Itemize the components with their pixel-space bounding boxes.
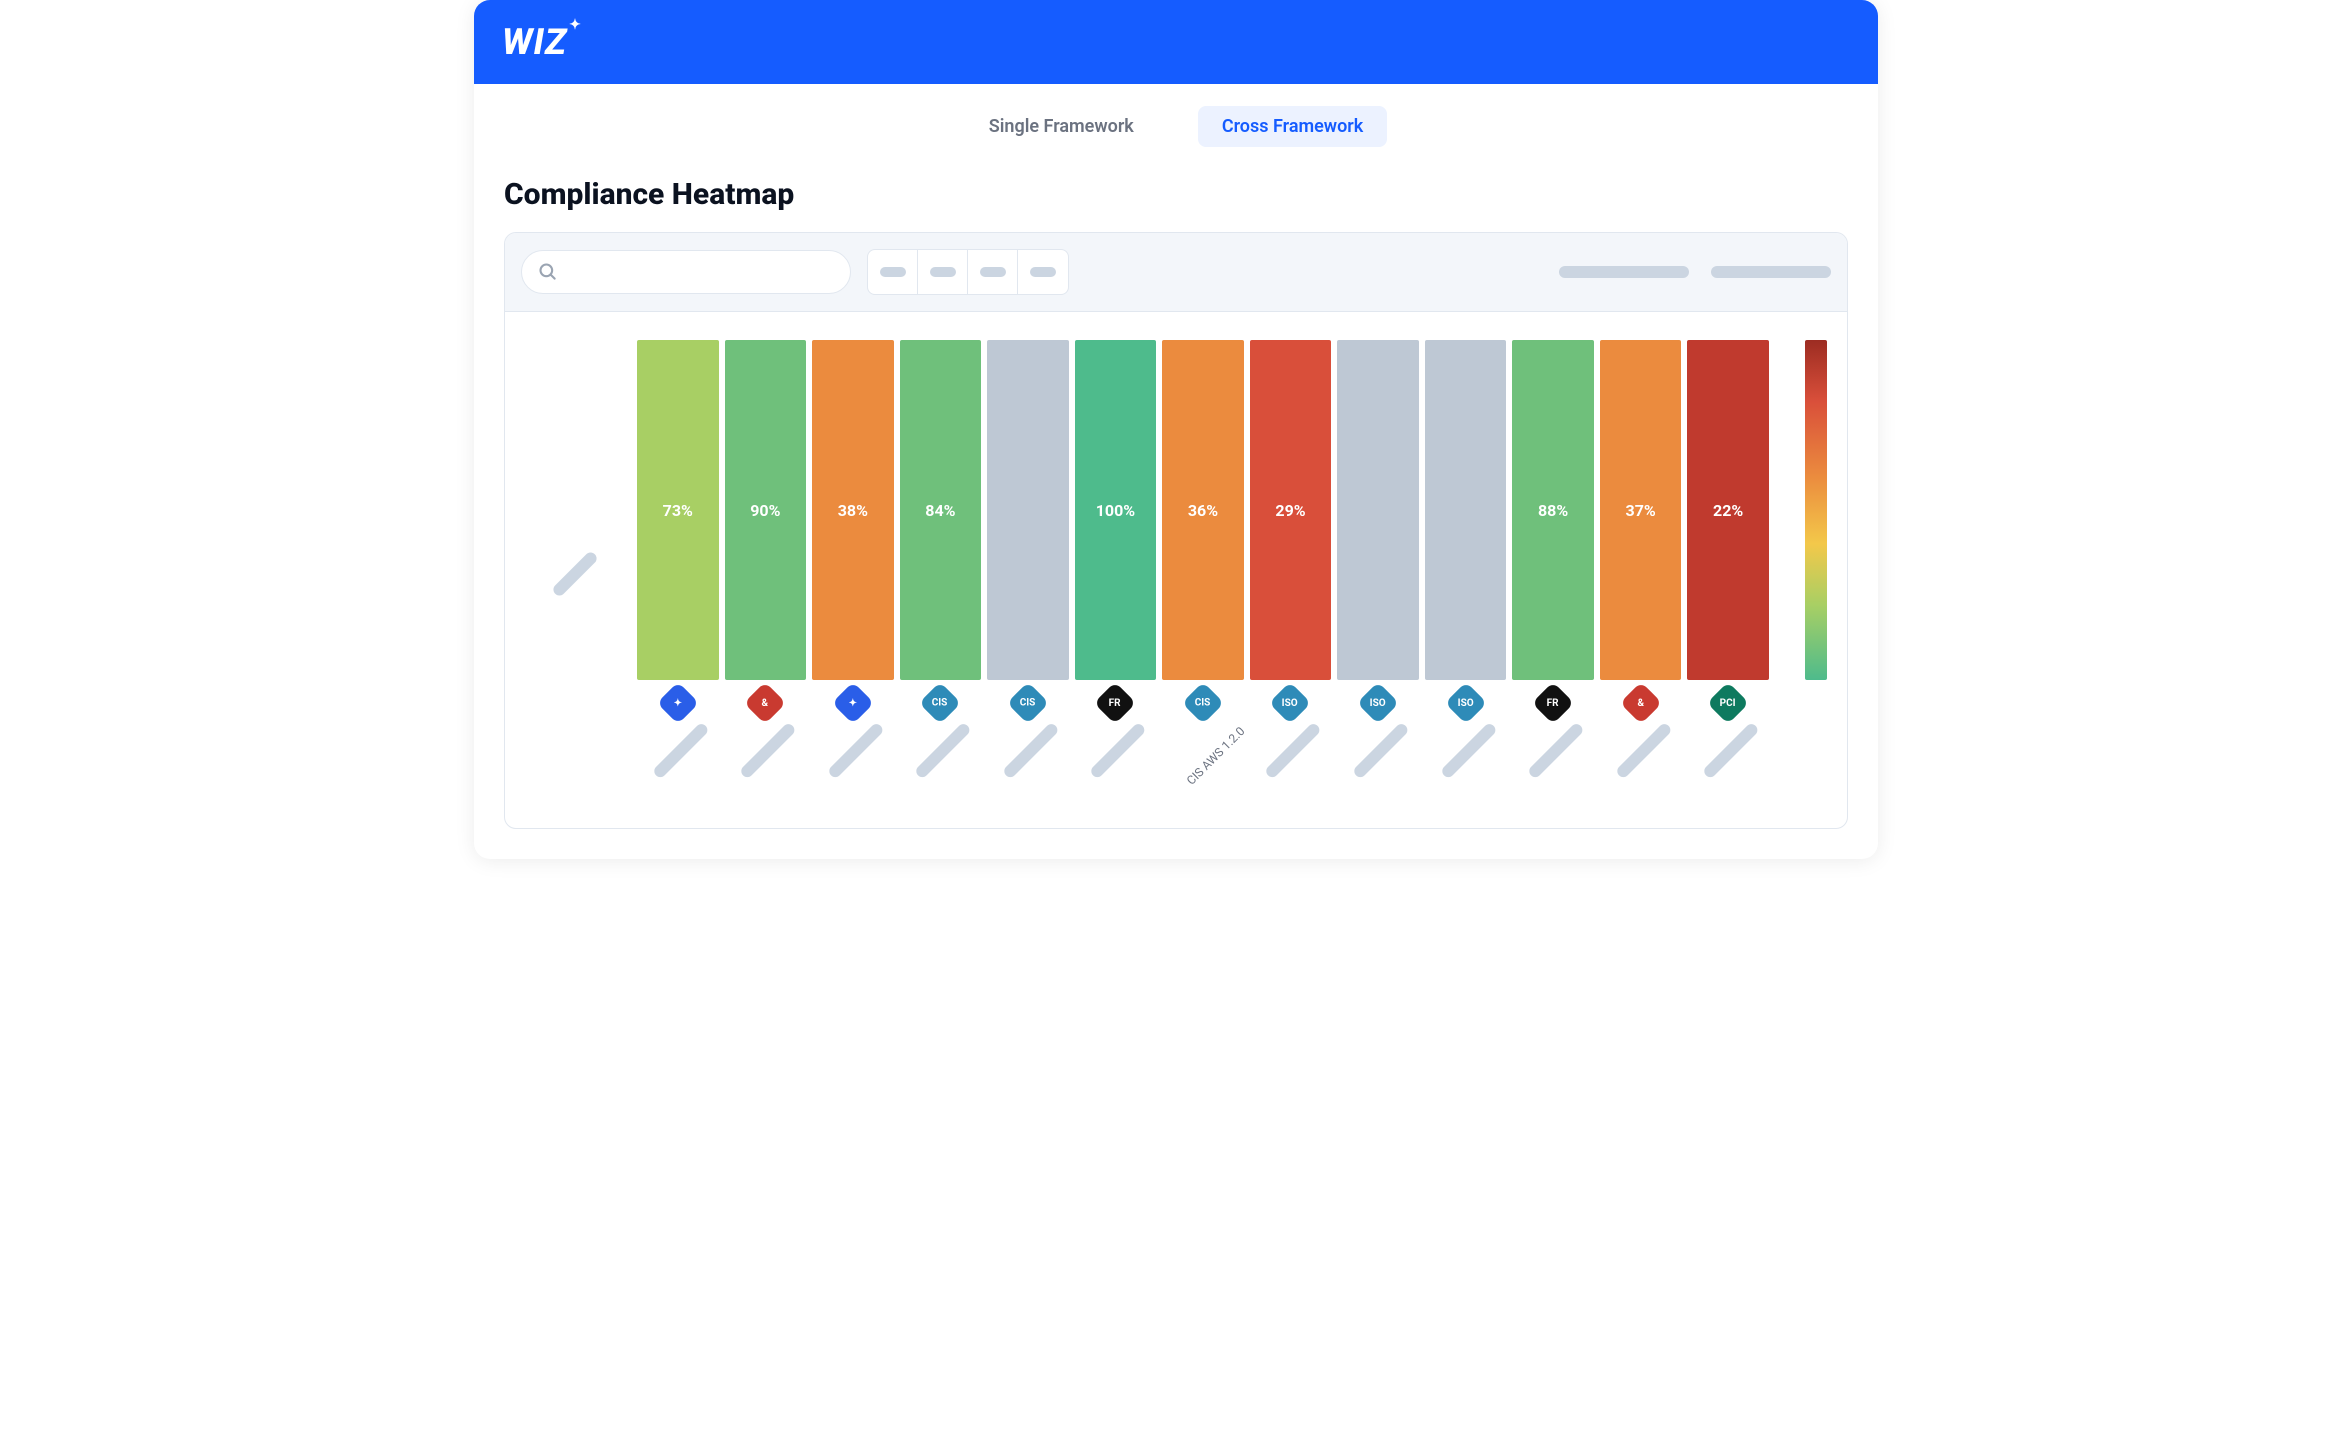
x-axis-label-group: PCI — [1693, 688, 1763, 808]
x-axis-label-placeholder — [1089, 722, 1147, 780]
x-axis-label: CIS AWS 1.2.0 — [1184, 724, 1248, 788]
toolbar-right — [1559, 266, 1831, 278]
heatmap-column[interactable]: 84%CIS — [900, 340, 982, 808]
heatmap-column[interactable]: 29%ISO — [1250, 340, 1332, 808]
search-input[interactable] — [521, 250, 851, 294]
filter-button-3[interactable] — [968, 250, 1018, 294]
heatmap-cell[interactable]: 88% — [1512, 340, 1594, 680]
fr-black-icon: FR — [1094, 682, 1136, 724]
placeholder-pill — [880, 267, 906, 277]
heatmap-column[interactable]: ISO — [1425, 340, 1507, 808]
placeholder-pill — [1559, 266, 1689, 278]
heatmap-column[interactable]: 22%PCI — [1687, 340, 1769, 808]
x-axis-label-group: & — [730, 688, 800, 808]
heatmap-cell[interactable]: 29% — [1250, 340, 1332, 680]
heatmap-cell[interactable]: 100% — [1075, 340, 1157, 680]
page-title: Compliance Heatmap — [504, 177, 1848, 212]
placeholder-pill — [930, 267, 956, 277]
iso-blue-icon: ISO — [1357, 682, 1399, 724]
pci-green-icon: PCI — [1707, 682, 1749, 724]
x-axis-label-placeholder — [1439, 722, 1497, 780]
heatmap-cell[interactable]: 22% — [1687, 340, 1769, 680]
x-axis-label-group: FR — [1080, 688, 1150, 808]
heatmap-legend — [1805, 340, 1827, 680]
heatmap-column[interactable]: 36% CISCIS AWS 1.2.0 — [1162, 340, 1244, 808]
placeholder-pill — [1711, 266, 1831, 278]
brand-name: WIZ — [502, 21, 567, 63]
filter-button-group — [867, 249, 1069, 295]
filter-button-4[interactable] — [1018, 250, 1068, 294]
y-axis-placeholder — [525, 340, 625, 808]
filter-button-2[interactable] — [918, 250, 968, 294]
heatmap-column[interactable]: 73%✦ — [637, 340, 719, 808]
heatmap-cell[interactable]: 84% — [900, 340, 982, 680]
x-axis-label-group: CIS — [905, 688, 975, 808]
heatmap-chart: 73%✦90%&38%✦84%CISCIS100%FR36%CISCIS AWS… — [505, 312, 1847, 828]
heatmap-column[interactable]: 88%FR — [1512, 340, 1594, 808]
toolbar — [505, 233, 1847, 312]
x-axis-label-placeholder — [652, 722, 710, 780]
heatmap-column[interactable]: CIS — [987, 340, 1069, 808]
x-axis-label-group: ✦ — [818, 688, 888, 808]
x-axis-label-placeholder — [914, 722, 972, 780]
star-blue-icon: ✦ — [832, 682, 874, 724]
heatmap-column[interactable]: 38%✦ — [812, 340, 894, 808]
content: Compliance Heatmap — [474, 177, 1878, 859]
fr-black-icon: FR — [1532, 682, 1574, 724]
tabs: Single Framework Cross Framework — [474, 84, 1878, 169]
heatmap-cell[interactable]: 73% — [637, 340, 719, 680]
x-axis-label-group: ✦ — [643, 688, 713, 808]
iso-blue-icon: ISO — [1444, 682, 1486, 724]
placeholder-pill — [551, 550, 599, 598]
cis-blue-icon: CIS — [1182, 682, 1224, 724]
heatmap-column[interactable]: 90%& — [725, 340, 807, 808]
x-axis-label-group: & — [1606, 688, 1676, 808]
heatmap-cell[interactable] — [987, 340, 1069, 680]
x-axis-label-group: FR — [1518, 688, 1588, 808]
x-axis-label-group: ISO — [1255, 688, 1325, 808]
x-axis-label-placeholder — [1002, 722, 1060, 780]
brand-logo: WIZ ✦ — [502, 21, 582, 63]
placeholder-pill — [1030, 267, 1056, 277]
amp-red-icon: & — [744, 682, 786, 724]
x-axis-label-group: CIS — [993, 688, 1063, 808]
heatmap-column[interactable]: ISO — [1337, 340, 1419, 808]
x-axis-label-group: CISCIS AWS 1.2.0 — [1165, 688, 1241, 808]
heatmap-cell[interactable]: 37% — [1600, 340, 1682, 680]
x-axis-label-placeholder — [1352, 722, 1410, 780]
heatmap-columns: 73%✦90%&38%✦84%CISCIS100%FR36%CISCIS AWS… — [637, 340, 1769, 808]
x-axis-label-group: ISO — [1343, 688, 1413, 808]
x-axis-label-placeholder — [1264, 722, 1322, 780]
heatmap-cell[interactable] — [1425, 340, 1507, 680]
x-axis-label-placeholder — [1527, 722, 1585, 780]
heatmap-column[interactable]: 37%& — [1600, 340, 1682, 808]
heatmap-cell[interactable]: 36% — [1162, 340, 1244, 680]
cis-blue-icon: CIS — [1007, 682, 1049, 724]
x-axis-label-placeholder — [1614, 722, 1672, 780]
heatmap-panel: 73%✦90%&38%✦84%CISCIS100%FR36%CISCIS AWS… — [504, 232, 1848, 829]
tab-single-framework[interactable]: Single Framework — [965, 106, 1158, 147]
x-axis-label-group: ISO — [1431, 688, 1501, 808]
filter-button-1[interactable] — [868, 250, 918, 294]
iso-blue-icon: ISO — [1269, 682, 1311, 724]
x-axis-label-placeholder — [1702, 722, 1760, 780]
spark-icon: ✦ — [569, 17, 582, 33]
placeholder-pill — [980, 267, 1006, 277]
star-blue-icon: ✦ — [657, 682, 699, 724]
heatmap-cell[interactable]: 38% — [812, 340, 894, 680]
heatmap-cell[interactable]: 90% — [725, 340, 807, 680]
amp-red-icon: & — [1619, 682, 1661, 724]
heatmap-column[interactable]: 100%FR — [1075, 340, 1157, 808]
x-axis-label-placeholder — [739, 722, 797, 780]
cis-blue-icon: CIS — [919, 682, 961, 724]
search-field[interactable] — [568, 264, 834, 281]
app-frame: WIZ ✦ Single Framework Cross Framework C… — [474, 0, 1878, 859]
tab-cross-framework[interactable]: Cross Framework — [1198, 106, 1387, 147]
topbar: WIZ ✦ — [474, 0, 1878, 84]
search-icon — [538, 262, 558, 282]
x-axis-label-placeholder — [827, 722, 885, 780]
heatmap-cell[interactable] — [1337, 340, 1419, 680]
